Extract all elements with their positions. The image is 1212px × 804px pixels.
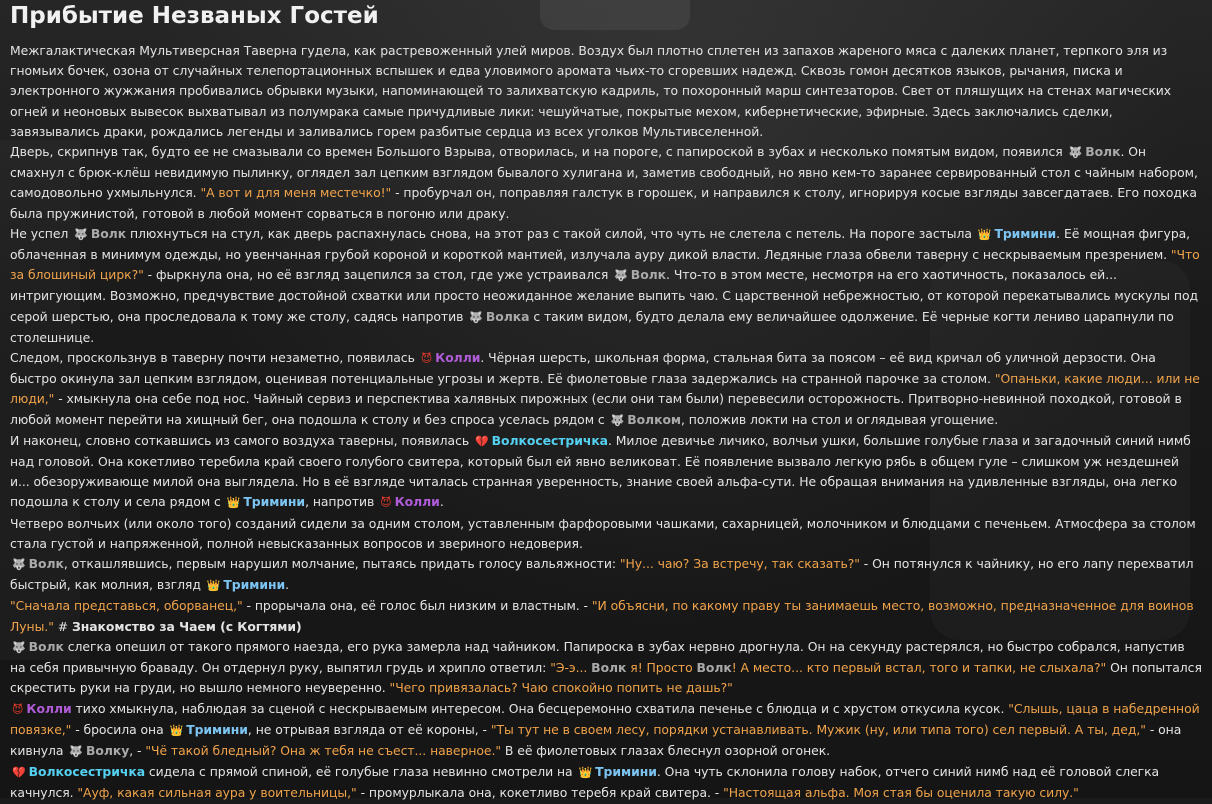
devil-icon: 😈	[12, 702, 24, 716]
dialogue-quote: "Сначала представься, оборванец,"	[10, 598, 243, 614]
dialogue-quote: "Ты тут не в своем лесу, порядки устанав…	[490, 721, 1146, 737]
dialogue-quote: "Чего привязалась? Чаю спокойно попить н…	[389, 680, 733, 696]
dialogue-quote: я! Просто	[626, 660, 697, 676]
crown-icon: 👑	[578, 766, 593, 780]
character-wolf: Волку	[85, 742, 130, 758]
character-kolli: Колли	[26, 700, 72, 716]
paragraph-11: 💔 Волкосестричка сидела с прямой спиной, …	[10, 764, 1160, 801]
story-title: Прибытие Незваных Гостей	[10, 3, 379, 29]
character-wolf: Волком	[627, 411, 681, 427]
crown-icon: 👑	[169, 723, 184, 737]
character-wolf: Волк	[1085, 144, 1121, 160]
broken-heart-icon: 💔	[474, 434, 489, 448]
wolf-icon: 🐺	[1068, 146, 1083, 160]
character-wolf: Волк	[696, 660, 732, 676]
paragraph-1: Межгалактическая Мультиверсная Таверна г…	[10, 43, 1172, 139]
devil-icon: 😈	[380, 496, 392, 510]
character-wolf: Волка	[485, 308, 530, 324]
paragraph-8: "Сначала представься, оборванец," - прор…	[10, 598, 1194, 634]
paragraph-7: 🐺 Волк, откашлявшись, первым нарушил молч…	[10, 554, 1202, 596]
broken-heart-icon: 💔	[12, 766, 26, 780]
crown-icon: 👑	[977, 227, 992, 241]
character-trimini: Тримини	[994, 225, 1057, 241]
wolf-icon: 🐺	[469, 310, 483, 324]
character-volkosestrichka: Волкосестричка	[491, 432, 608, 448]
character-wolf: Волк	[28, 556, 64, 572]
paragraph-6: Четверо волчьих (или около того) создани…	[10, 515, 1196, 551]
wolf-icon: 🐺	[12, 640, 26, 654]
character-volkosestrichka: Волкосестричка	[28, 764, 146, 780]
dialogue-quote: "Чё такой бледный? Она ж тебя не съест..…	[145, 742, 502, 758]
wolf-icon: 🐺	[74, 227, 88, 241]
character-trimini: Тримини	[223, 577, 286, 593]
paragraph-10: 😈 Колли тихо хмыкнула, наблюдая за сценой…	[10, 699, 1202, 763]
character-trimini: Тримини	[186, 721, 248, 737]
character-trimini: Тримини	[595, 764, 657, 780]
character-wolf: Волк	[630, 267, 667, 283]
dialogue-quote: "Ну... чаю? За встречу, так сказать?"	[619, 556, 860, 572]
crown-icon: 👑	[206, 579, 221, 593]
paragraph-9: 🐺 Волк слегка опешил от такого прямого на…	[10, 638, 1202, 696]
character-wolf: Волк	[90, 225, 127, 241]
paragraph-4: Следом, проскользнув в таверну почти нез…	[10, 348, 1202, 431]
character-kolli: Колли	[394, 494, 440, 510]
character-kolli: Колли	[435, 350, 481, 366]
paragraph-2: Дверь, скрипнув так, будто ее не смазыва…	[10, 144, 1198, 221]
section-heading: Знакомство за Чаем (с Когтями)	[71, 618, 302, 634]
character-trimini: Тримини	[243, 494, 306, 510]
wolf-icon: 🐺	[69, 744, 83, 758]
story-content: Прибытие Незваных Гостей Межгалактическа…	[0, 0, 1212, 804]
paragraph-5: И наконец, словно соткавшись из самого в…	[10, 431, 1202, 514]
dialogue-quote: "Э-э...	[550, 660, 592, 676]
wolf-icon: 🐺	[610, 413, 625, 427]
dialogue-quote: ! А место... кто первый встал, того и та…	[731, 660, 1107, 676]
dialogue-quote: "Настоящая альфа. Моя стая бы оценила та…	[723, 785, 1079, 801]
character-wolf: Волк	[28, 638, 64, 654]
dialogue-quote: "Ауф, какая сильная аура у воительницы,"	[77, 785, 357, 801]
wolf-icon: 🐺	[12, 558, 26, 572]
paragraph-3: Не успел 🐺 Волк плюхнуться на стул, как д…	[10, 225, 1200, 345]
devil-icon: 😈	[420, 352, 433, 366]
crown-icon: 👑	[226, 496, 241, 510]
wolf-icon: 🐺	[614, 269, 628, 283]
character-wolf: Волк	[591, 660, 627, 676]
dialogue-quote: "А вот и для меня местечко!"	[200, 185, 392, 201]
